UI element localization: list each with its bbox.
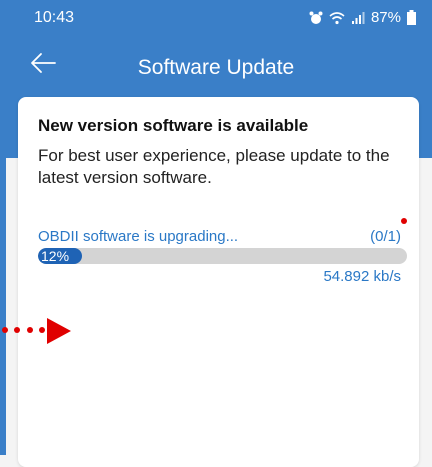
status-time: 10:43 <box>34 9 75 26</box>
progress-percent: 12% <box>41 248 70 264</box>
progress-label: OBDII software is upgrading... <box>38 228 239 245</box>
update-card: New version software is available For be… <box>18 97 419 467</box>
status-icons: 87% <box>309 9 416 26</box>
annotation-dot <box>27 327 33 333</box>
annotation-dot <box>2 327 8 333</box>
app-bar: Software Update <box>0 34 432 96</box>
battery-icon <box>407 10 416 25</box>
status-bar: 10:43 87% <box>0 0 432 34</box>
signal-icon <box>351 11 365 24</box>
left-edge <box>0 96 6 455</box>
annotation-dot <box>14 327 20 333</box>
dialog-title: New version software is available <box>38 116 309 135</box>
annotation-dot <box>401 218 407 224</box>
battery-percent: 87% <box>370 9 401 26</box>
progress-bar <box>38 248 407 264</box>
download-speed: 54.892 kb/s <box>323 268 401 285</box>
alarm-icon <box>309 11 323 24</box>
dialog-message: For best user experience, please update … <box>38 146 390 187</box>
annotation-arrow-icon <box>47 318 71 344</box>
progress-count: (0/1) <box>370 228 401 245</box>
wifi-icon <box>329 11 345 24</box>
annotation-dot <box>39 327 45 333</box>
page-title: Software Update <box>137 56 295 79</box>
